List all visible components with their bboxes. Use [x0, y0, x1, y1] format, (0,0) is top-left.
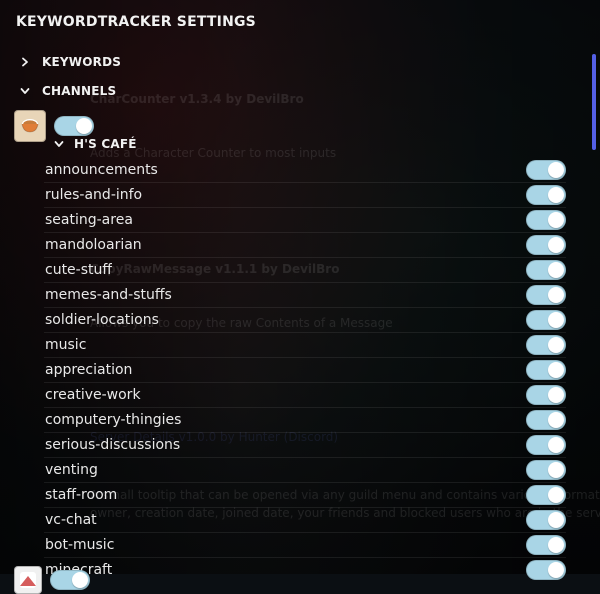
keywords-section-toggle[interactable]: KEYWORDS [18, 55, 121, 69]
scrollbar-thumb[interactable] [592, 54, 596, 150]
toggle-knob [548, 262, 564, 278]
channel-toggle[interactable] [526, 535, 566, 555]
toggle-knob [548, 412, 564, 428]
channel-name: announcements [45, 162, 158, 178]
page-title: KEYWORDTRACKER SETTINGS [16, 14, 256, 30]
toggle-knob [548, 362, 564, 378]
channel-row: mandoloarian [44, 233, 566, 258]
channel-toggle[interactable] [526, 285, 566, 305]
section-label-channels: CHANNELS [42, 84, 117, 98]
channel-name: soldier-locations [45, 312, 159, 328]
chevron-right-icon [18, 55, 32, 69]
channel-row: venting [44, 458, 566, 483]
channel-name: venting [45, 462, 98, 478]
channel-toggle[interactable] [526, 410, 566, 430]
channel-toggle[interactable] [526, 185, 566, 205]
channel-name: memes-and-stuffs [45, 287, 172, 303]
section-label-keywords: KEYWORDS [42, 55, 122, 69]
channel-row: rules-and-info [44, 183, 566, 208]
channel-name: music [45, 337, 87, 353]
next-server-toggle[interactable] [50, 570, 90, 590]
toggle-knob [548, 337, 564, 353]
channel-toggle[interactable] [526, 360, 566, 380]
channel-name: computery-thingies [45, 412, 182, 428]
server-avatar-icon [14, 566, 42, 594]
channel-name: seating-area [45, 212, 133, 228]
toggle-knob [548, 212, 564, 228]
channel-row: appreciation [44, 358, 566, 383]
channel-toggle[interactable] [526, 560, 566, 580]
channels-section-toggle[interactable]: CHANNELS [18, 84, 116, 98]
channel-name: mandoloarian [45, 237, 142, 253]
next-server-row [14, 566, 90, 594]
channel-row: bot-music [44, 533, 566, 558]
channel-row: computery-thingies [44, 408, 566, 433]
channel-row: seating-area [44, 208, 566, 233]
channel-toggle[interactable] [526, 335, 566, 355]
channel-row: serious-discussions [44, 433, 566, 458]
channel-name: creative-work [45, 387, 141, 403]
channel-row: creative-work [44, 383, 566, 408]
toggle-knob [548, 162, 564, 178]
toggle-knob [548, 237, 564, 253]
channel-row: music [44, 333, 566, 358]
toggle-knob [548, 187, 564, 203]
chevron-down-icon [52, 137, 66, 151]
channel-row: soldier-locations [44, 308, 566, 333]
channel-toggle[interactable] [526, 235, 566, 255]
toggle-knob [548, 287, 564, 303]
server-channels-toggle[interactable]: H'S CAFÉ [52, 137, 137, 151]
channel-toggle[interactable] [526, 310, 566, 330]
channel-row: memes-and-stuffs [44, 283, 566, 308]
channel-row: minecraft [44, 558, 566, 582]
channel-toggle[interactable] [526, 385, 566, 405]
toggle-knob [548, 312, 564, 328]
channel-toggle[interactable] [526, 510, 566, 530]
toggle-knob [72, 572, 88, 588]
channel-row: announcements [44, 158, 566, 183]
toggle-knob [548, 437, 564, 453]
server-enabled-toggle[interactable] [54, 116, 94, 136]
channel-toggle[interactable] [526, 210, 566, 230]
channel-toggle[interactable] [526, 460, 566, 480]
chevron-down-icon [18, 84, 32, 98]
channel-row: vc-chat [44, 508, 566, 533]
channel-toggle[interactable] [526, 160, 566, 180]
toggle-knob [548, 562, 564, 578]
toggle-knob [548, 537, 564, 553]
toggle-knob [548, 462, 564, 478]
toggle-knob [548, 387, 564, 403]
channel-toggle[interactable] [526, 260, 566, 280]
channel-list: announcements rules-and-info seating-are… [44, 158, 566, 582]
toggle-knob [548, 512, 564, 528]
channel-name: staff-room [45, 487, 118, 503]
toggle-knob [76, 118, 92, 134]
channel-toggle[interactable] [526, 485, 566, 505]
channel-toggle[interactable] [526, 435, 566, 455]
channel-name: cute-stuff [45, 262, 113, 278]
server-name: H'S CAFÉ [74, 137, 137, 151]
channel-name: appreciation [45, 362, 133, 378]
channel-row: staff-room [44, 483, 566, 508]
channel-name: rules-and-info [45, 187, 143, 203]
toggle-knob [548, 487, 564, 503]
channel-name: vc-chat [45, 512, 97, 528]
channel-row: cute-stuff [44, 258, 566, 283]
channel-name: bot-music [45, 537, 115, 553]
channel-name: serious-discussions [45, 437, 181, 453]
settings-panel: KEYWORDTRACKER SETTINGS KEYWORDS CHANNEL… [0, 0, 600, 594]
cup-icon [14, 110, 46, 142]
